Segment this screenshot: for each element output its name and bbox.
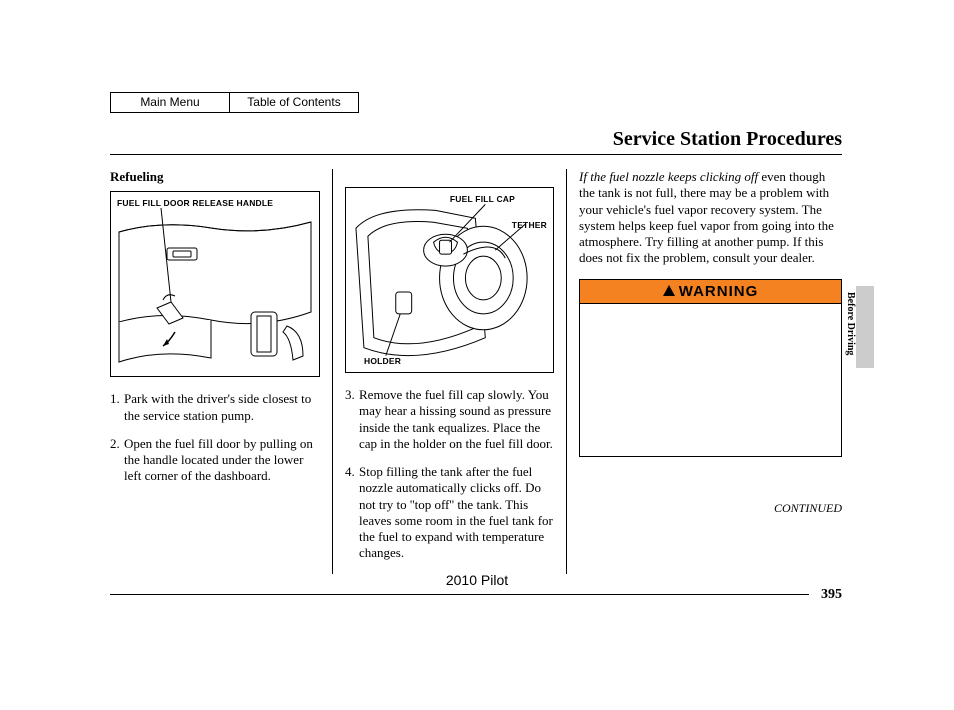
section-tab xyxy=(856,286,874,368)
warning-bullet-list xyxy=(608,354,829,411)
content-columns: Refueling FUEL FILL DOOR RELEASE HANDLE xyxy=(110,169,842,574)
page-number-rule xyxy=(110,594,809,595)
warning-triangle-icon xyxy=(663,285,675,296)
main-menu-button[interactable]: Main Menu xyxy=(110,92,230,113)
advisory-lead-italic: If the fuel nozzle keeps clicking off xyxy=(579,169,758,184)
step-item: 3. Remove the fuel fill cap slowly. You … xyxy=(345,387,554,452)
warning-box: WARNING xyxy=(579,279,842,457)
step-item: 2. Open the fuel fill door by pulling on… xyxy=(110,436,320,485)
manual-page: Main Menu Table of Contents Service Stat… xyxy=(110,92,842,603)
warning-header: WARNING xyxy=(580,280,841,305)
warning-bullet xyxy=(608,375,829,390)
section-tab-label: Before Driving xyxy=(844,292,857,355)
step-text: Remove the fuel fill cap slowly. You may… xyxy=(359,387,554,452)
page-title: Service Station Procedures xyxy=(110,127,842,152)
table-of-contents-button[interactable]: Table of Contents xyxy=(229,92,359,113)
warning-body xyxy=(580,304,841,425)
step-number: 1. xyxy=(110,391,124,424)
warning-bullet xyxy=(608,354,829,369)
advisory-paragraph: If the fuel nozzle keeps clicking off ev… xyxy=(579,169,842,267)
title-rule xyxy=(110,154,842,155)
steps-list-2: 3. Remove the fuel fill cap slowly. You … xyxy=(345,387,554,562)
column-1: Refueling FUEL FILL DOOR RELEASE HANDLE xyxy=(110,169,332,574)
step-item: 1. Park with the driver's side closest t… xyxy=(110,391,320,424)
fuel-cap-illustration xyxy=(346,188,553,372)
step-text: Open the fuel fill door by pulling on th… xyxy=(124,436,320,485)
figure-fuel-fill-cap: FUEL FILL CAP TETHER HOLDER xyxy=(345,187,554,373)
figure-fuel-door-release: FUEL FILL DOOR RELEASE HANDLE xyxy=(110,191,320,377)
warning-bullet xyxy=(608,396,829,411)
section-heading: Refueling xyxy=(110,169,320,185)
step-text: Park with the driver's side closest to t… xyxy=(124,391,320,424)
step-number: 2. xyxy=(110,436,124,485)
warning-label: WARNING xyxy=(679,283,759,302)
top-nav: Main Menu Table of Contents xyxy=(110,92,842,113)
continued-label: CONTINUED xyxy=(579,501,842,516)
step-number: 4. xyxy=(345,464,359,562)
fuel-door-release-illustration xyxy=(111,192,319,376)
step-text: Stop filling the tank after the fuel noz… xyxy=(359,464,554,562)
column-2: FUEL FILL CAP TETHER HOLDER xyxy=(332,169,566,574)
footer-model-year: 2010 Pilot xyxy=(0,572,954,590)
step-item: 4. Stop filling the tank after the fuel … xyxy=(345,464,554,562)
steps-list-1: 1. Park with the driver's side closest t… xyxy=(110,391,320,484)
step-number: 3. xyxy=(345,387,359,452)
column-3: If the fuel nozzle keeps clicking off ev… xyxy=(566,169,842,574)
